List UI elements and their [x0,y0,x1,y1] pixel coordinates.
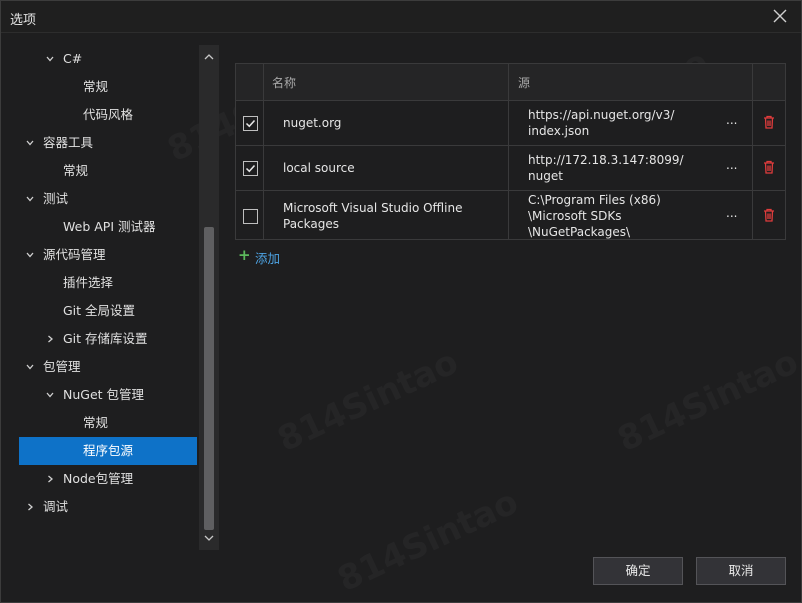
add-source-label: 添加 [255,251,281,266]
browse-button[interactable]: ... [726,206,737,220]
chevron-down-icon[interactable] [25,194,35,204]
tree-item[interactable]: 包管理 [1,353,197,381]
table-row[interactable]: Microsoft Visual Studio Offline Packages… [236,191,785,241]
chevron-down-icon[interactable] [25,362,35,372]
tree-item-label: 程序包源 [83,443,134,458]
tree-item-label: 插件选择 [63,275,114,290]
column-header-source[interactable]: 源 [518,74,530,91]
tree-item-label: Git 存储库设置 [63,331,148,346]
title-bar: 选项 [1,1,801,32]
browse-button[interactable]: ... [726,113,737,127]
tree-item-label: 测试 [43,191,69,206]
source-name: Microsoft Visual Studio Offline Packages [283,201,463,231]
tree-item[interactable]: Git 全局设置 [1,297,197,325]
tree-item-label: 常规 [83,415,109,430]
tree-item-label: 常规 [83,79,109,94]
window-title: 选项 [10,13,37,28]
tree-item[interactable]: 调试 [1,493,197,521]
source-url: https://api.nuget.org/v3/ index.json [528,108,675,138]
cancel-button[interactable]: 取消 [696,557,786,585]
scroll-down-icon[interactable] [203,532,215,544]
source-name: local source [283,161,355,175]
chevron-right-icon[interactable] [45,334,55,344]
tree-item[interactable]: Web API 测试器 [1,213,197,241]
delete-source-button[interactable] [763,208,775,222]
tree-item-label: Node包管理 [63,471,134,486]
source-url: C:\Program Files (x86) \Microsoft SDKs \… [528,193,661,239]
tree-item-label: Git 全局设置 [63,303,136,318]
tree-item-label: 源代码管理 [43,247,106,262]
tree-item[interactable]: NuGet 包管理 [1,381,197,409]
tree-item[interactable]: Git 存储库设置 [1,325,197,353]
close-button[interactable] [769,5,791,27]
trash-icon [764,115,774,129]
delete-source-button[interactable] [763,160,775,174]
enabled-checkbox[interactable] [243,160,258,176]
tree-item[interactable]: 容器工具 [1,129,197,157]
chevron-down-icon[interactable] [25,250,35,260]
tree-item[interactable]: 常规 [1,157,197,185]
chevron-down-icon[interactable] [25,138,35,148]
tree-item-label: 调试 [43,499,69,514]
tree-item-label: 代码风格 [83,107,134,122]
package-sources-table: 名称 源 nuget.org https://api.nuget.org/v3/ … [235,63,786,240]
tree-item-label: 包管理 [43,359,81,374]
tree-item[interactable]: 测试 [1,185,197,213]
tree-item[interactable]: 常规 [1,409,197,437]
chevron-down-icon[interactable] [45,390,55,400]
tree-item[interactable]: 插件选择 [1,269,197,297]
column-header-name[interactable]: 名称 [272,74,296,91]
options-dialog: 选项 814Sintao 814Sintao 814Sintao 814Sint… [0,0,802,603]
chevron-right-icon[interactable] [45,474,55,484]
tree-item[interactable]: 源代码管理 [1,241,197,269]
tree-item[interactable]: C# [1,45,197,73]
checkmark-icon [245,164,256,172]
tree-item[interactable]: 程序包源 [19,437,197,465]
close-icon [773,9,787,23]
trash-icon [764,160,774,174]
chevron-right-icon[interactable] [25,502,35,512]
table-header: 名称 源 [236,64,785,101]
tree-item-label: C# [63,51,83,66]
enabled-checkbox[interactable] [243,115,258,131]
title-separator [1,32,801,33]
tree-scrollbar[interactable] [199,45,219,550]
chevron-down-icon[interactable] [45,54,55,64]
plus-icon: + [238,246,251,264]
enabled-checkbox[interactable] [243,208,258,224]
scroll-thumb[interactable] [204,227,214,530]
scroll-up-icon[interactable] [203,51,215,63]
delete-source-button[interactable] [763,115,775,129]
trash-icon [764,208,774,222]
tree-item-label: 容器工具 [43,135,94,150]
tree-item[interactable]: Node包管理 [1,465,197,493]
options-tree: C# 常规 代码风格 容器工具 常规 测试 Web API 测试器 源代码管理 插件选择 Git … [1,45,219,550]
browse-button[interactable]: ... [726,158,737,172]
source-url: http://172.18.3.147:8099/ nuget [528,153,684,183]
tree-item[interactable]: 常规 [1,73,197,101]
tree-item-label: 常规 [63,163,89,178]
tree-item[interactable]: 代码风格 [1,101,197,129]
table-row[interactable]: nuget.org https://api.nuget.org/v3/ index… [236,101,785,146]
ok-button[interactable]: 确定 [593,557,683,585]
tree-item-label: Web API 测试器 [63,219,156,234]
table-row[interactable]: local source http://172.18.3.147:8099/ nu… [236,146,785,191]
source-name: nuget.org [283,116,342,130]
tree-item-label: NuGet 包管理 [63,387,145,402]
checkmark-icon [245,119,256,127]
